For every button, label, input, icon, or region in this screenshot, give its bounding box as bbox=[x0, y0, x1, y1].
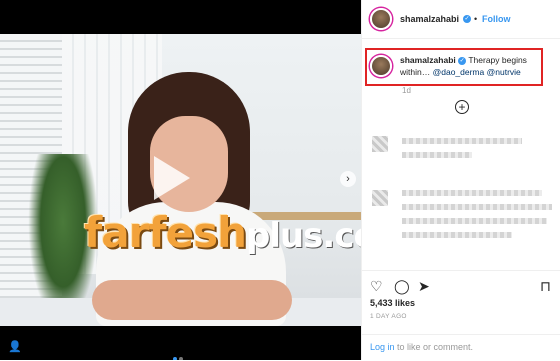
mention-link[interactable]: @dao_derma bbox=[433, 67, 485, 77]
comment-text-blurred bbox=[402, 138, 522, 144]
mention-link[interactable]: @nutrvie bbox=[487, 67, 521, 77]
post-timestamp: 1 DAY AGO bbox=[370, 313, 407, 320]
caption: shamalzahabi ✓ Therapy begins within… @d… bbox=[400, 54, 540, 78]
bookmark-icon[interactable]: ⊓ bbox=[540, 279, 551, 293]
tagged-user-icon[interactable]: 👤 bbox=[8, 340, 22, 353]
verified-badge-icon: ✓ bbox=[458, 56, 467, 65]
chevron-right-icon: › bbox=[346, 173, 350, 185]
follow-button[interactable]: Follow bbox=[482, 14, 511, 24]
play-icon[interactable] bbox=[154, 156, 190, 200]
caption-time: 1d bbox=[402, 86, 411, 95]
header-separator: • bbox=[474, 14, 478, 24]
person-arms bbox=[92, 280, 292, 320]
likes-count[interactable]: 5,433 likes bbox=[370, 298, 415, 308]
comment-text-blurred bbox=[402, 204, 552, 210]
author-username[interactable]: shamalzahabi bbox=[400, 14, 459, 24]
post-header: shamalzahabi ✓ • Follow bbox=[362, 0, 560, 39]
post-media[interactable]: farfeshplus.com › 👤 bbox=[0, 0, 361, 360]
action-bar: ♡ ◯ ➤ ⊓ bbox=[362, 270, 560, 293]
caption-username[interactable]: shamalzahabi bbox=[400, 55, 456, 65]
comment-text-blurred bbox=[402, 152, 472, 158]
watermark-logo: farfeshplus.com bbox=[84, 208, 361, 257]
login-prompt: Log in to like or comment. bbox=[370, 342, 473, 352]
share-icon[interactable]: ➤ bbox=[418, 279, 430, 293]
heart-icon[interactable]: ♡ bbox=[370, 279, 383, 293]
login-prompt-text: to like or comment. bbox=[394, 342, 474, 352]
post-sidebar: shamalzahabi ✓ • Follow shamalzahabi ✓ T… bbox=[361, 0, 560, 360]
comment-text-blurred bbox=[402, 232, 512, 238]
next-slide-button[interactable]: › bbox=[340, 171, 356, 187]
comment-avatar-blurred bbox=[372, 136, 388, 152]
verified-badge-icon: ✓ bbox=[463, 15, 471, 23]
comment-text-blurred bbox=[402, 190, 542, 196]
comment-icon[interactable]: ◯ bbox=[394, 279, 410, 293]
comment-text-blurred bbox=[402, 218, 547, 224]
carousel-dots bbox=[172, 348, 184, 360]
caption-avatar[interactable] bbox=[370, 55, 392, 77]
login-link[interactable]: Log in bbox=[370, 342, 395, 352]
comment-avatar-blurred bbox=[372, 190, 388, 206]
load-more-comments-icon[interactable]: + bbox=[455, 100, 469, 114]
author-avatar[interactable] bbox=[370, 8, 392, 30]
